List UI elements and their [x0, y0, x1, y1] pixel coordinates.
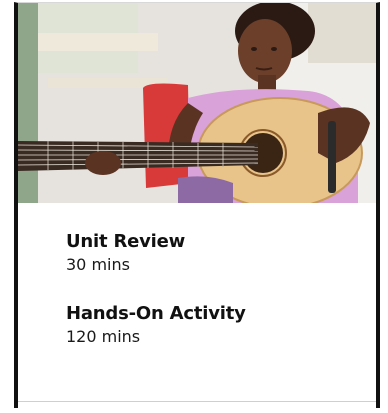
card-content: Unit Review 30 mins Hands-On Activity 12… — [18, 203, 376, 347]
item-title: Hands-On Activity — [66, 303, 246, 324]
unit-review-item[interactable]: Unit Review 30 mins — [66, 231, 376, 275]
item-title: Unit Review — [66, 231, 186, 252]
page: Unit Review 30 mins Hands-On Activity 12… — [0, 0, 388, 413]
girl-playing-guitar-photo — [18, 3, 376, 203]
card-bottom-divider — [18, 401, 376, 408]
card-photo — [18, 3, 376, 203]
item-duration: 30 mins — [66, 255, 130, 274]
hands-on-activity-item[interactable]: Hands-On Activity 120 mins — [66, 303, 376, 347]
activity-card[interactable]: Unit Review 30 mins Hands-On Activity 12… — [14, 2, 380, 408]
item-duration: 120 mins — [66, 327, 141, 346]
